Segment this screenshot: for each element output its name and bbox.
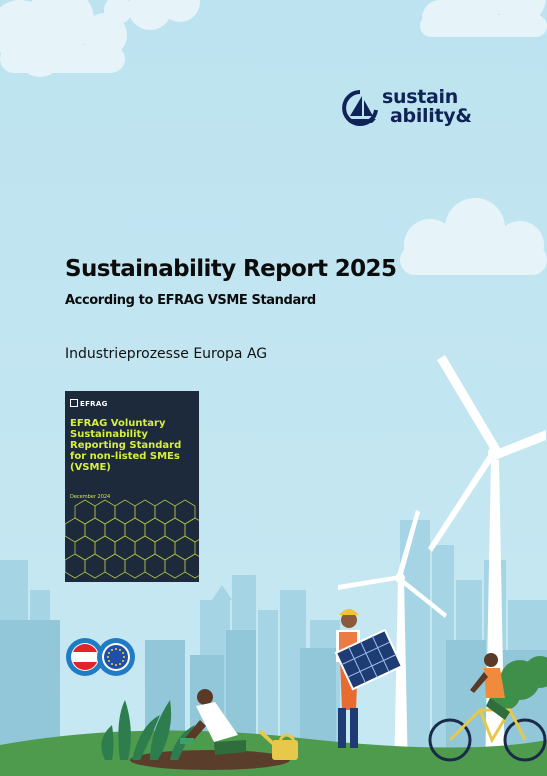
hexagon-pattern (65, 499, 199, 579)
logo-line-2: ability& (390, 105, 472, 127)
eu-flag-badge-icon (97, 638, 135, 676)
efrag-brand: EFRAG (70, 399, 108, 408)
efrag-brand-text: EFRAG (80, 400, 108, 408)
certification-badges (66, 638, 135, 676)
cloud-top-right (420, 0, 547, 37)
company-name: Industrieprozesse Europa AG (65, 346, 268, 362)
report-title: Sustainability Report 2025 (65, 256, 397, 282)
sustainability-logo: sustain ability& (340, 86, 490, 130)
cover-title: EFRAG Voluntary Sustainability Reporting… (70, 418, 182, 473)
efrag-cover-image: EFRAG EFRAG Voluntary Sustainability Rep… (65, 391, 199, 582)
report-subtitle: According to EFRAG VSME Standard (65, 293, 316, 308)
efrag-logo-icon (70, 399, 78, 407)
sailboat-icon (342, 90, 378, 126)
